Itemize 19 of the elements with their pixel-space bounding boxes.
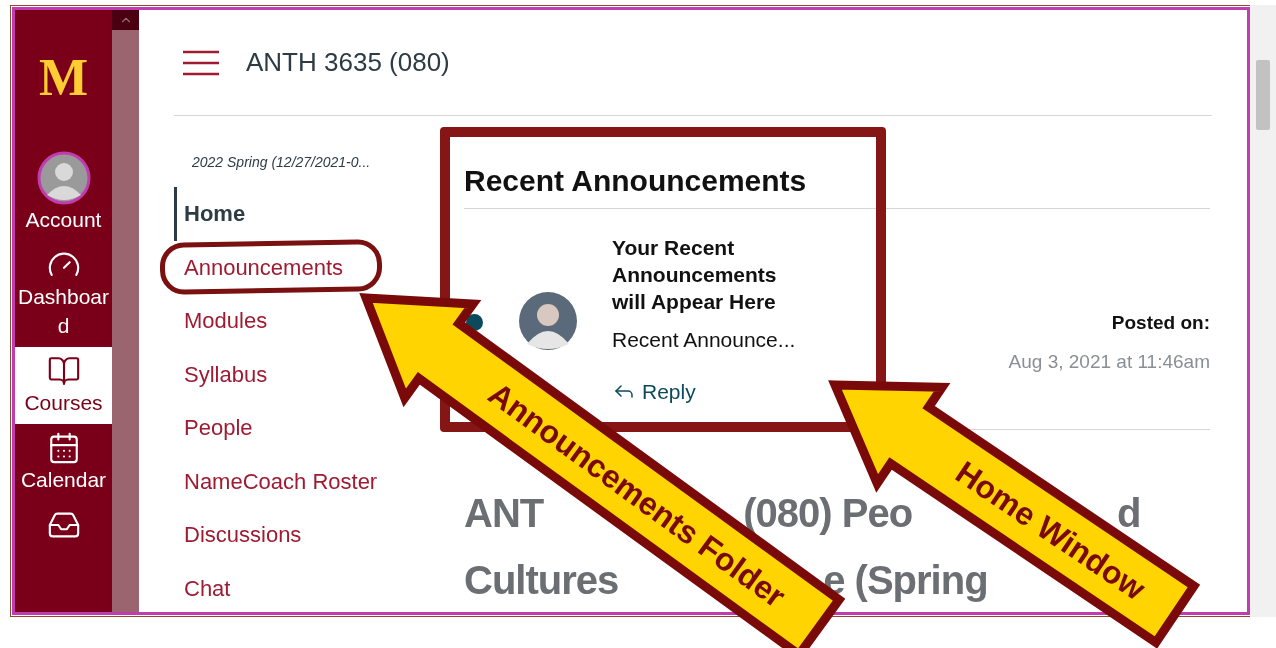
course-nav-link[interactable]: Discussions [174, 508, 302, 562]
posted-label: Posted on: [1111, 311, 1210, 335]
course-nav-link[interactable]: People [174, 401, 253, 455]
global-nav-item[interactable]: Courses [15, 347, 112, 424]
course-heading: Cultures [464, 556, 619, 604]
course-title: ANTH 3635 (080) [246, 46, 450, 79]
posted-date: Aug 3, 2021 at 11:46am [1008, 349, 1210, 374]
term-label: 2022 Spring (12/27/2021-0... [191, 153, 372, 172]
global-nav-item[interactable]: Calendar [15, 424, 112, 501]
course-nav-link[interactable]: Chat [174, 561, 231, 612]
course-nav-link[interactable]: Modules [174, 294, 268, 348]
section-title: Recent Announcements [464, 163, 808, 199]
university-logo[interactable]: M [38, 48, 89, 108]
course-nav-link[interactable]: Announcements [174, 240, 343, 294]
global-nav-item[interactable]: Account [15, 144, 112, 241]
announcement-snippet: Recent Announce... [612, 327, 797, 353]
global-nav-item[interactable]: Dashboard [15, 241, 112, 347]
course-nav-link[interactable]: Home [174, 187, 246, 241]
course-nav-link[interactable]: Syllabus [174, 347, 268, 401]
